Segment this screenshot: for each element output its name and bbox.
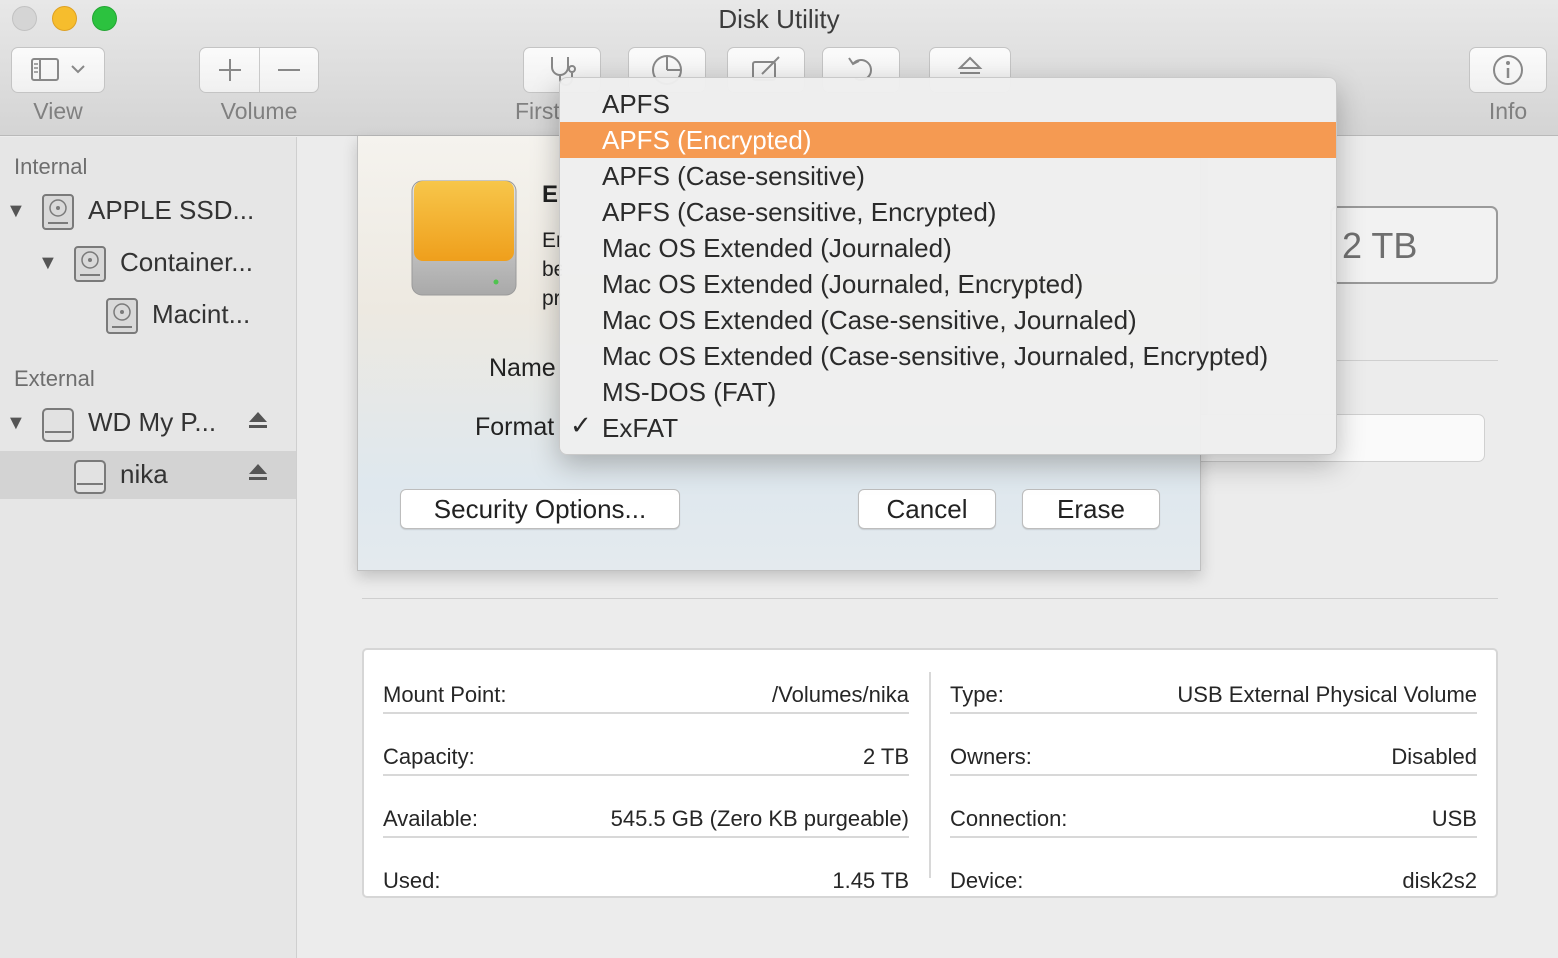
- info-value: USB: [1431, 806, 1477, 831]
- menu-item-exfat-row[interactable]: ✓ ExFAT: [560, 410, 1336, 446]
- info-value: USB External Physical Volume: [1177, 682, 1477, 707]
- sidebar-header-internal: Internal: [14, 154, 88, 179]
- info-key: Device:: [950, 868, 1024, 893]
- format-popup-menu: APFS APFS (Encrypted) APFS (Case-sensiti…: [559, 77, 1337, 455]
- first-aid-label: First: [515, 98, 560, 124]
- info-key: Capacity:: [383, 744, 475, 769]
- info-value: 2 TB: [862, 744, 909, 769]
- info-label: Info: [1488, 98, 1528, 124]
- info-value: 1.45 TB: [832, 868, 909, 893]
- minus-icon: [278, 69, 300, 71]
- info-row-owners: Owners: Disabled: [950, 724, 1477, 786]
- info-key: Owners:: [950, 744, 1032, 769]
- divider: [383, 774, 909, 776]
- view-button[interactable]: [11, 47, 105, 93]
- divider: [950, 774, 1477, 776]
- eject-icon[interactable]: [246, 409, 270, 433]
- disclosure-triangle-icon[interactable]: ▼: [6, 200, 26, 223]
- internal-disk-icon: [74, 246, 106, 282]
- info-row-connection: Connection: USB: [950, 786, 1477, 848]
- sidebar: Internal ▼ APPLE SSD... ▼ Container... M…: [0, 137, 297, 958]
- info-row-mount-point: Mount Point: /Volumes/nika: [383, 662, 909, 724]
- sheet-title: E: [542, 181, 559, 208]
- info-key: Available:: [383, 806, 478, 831]
- info-key: Used:: [383, 868, 441, 893]
- internal-disk-icon: [106, 298, 138, 334]
- menu-item-exfat: ExFAT: [602, 413, 679, 443]
- external-disk-icon: [74, 460, 106, 494]
- info-icon: [1493, 55, 1523, 85]
- menu-item-apfs-encrypted[interactable]: APFS (Encrypted): [560, 122, 1336, 158]
- info-value: disk2s2: [1402, 868, 1477, 893]
- info-value: /Volumes/nika: [772, 682, 909, 707]
- internal-disk-icon: [42, 194, 74, 230]
- info-row-device: Device: disk2s2: [950, 848, 1477, 910]
- menu-item-mac-os-extended-case-sensitive-journaled[interactable]: Mac OS Extended (Case-sensitive, Journal…: [560, 302, 1336, 338]
- info-table: Mount Point: /Volumes/nika Capacity: 2 T…: [362, 648, 1498, 898]
- erase-button[interactable]: Erase: [1022, 489, 1160, 529]
- capacity-display: 2 TB: [1330, 206, 1498, 284]
- info-key: Type:: [950, 682, 1004, 707]
- cancel-button[interactable]: Cancel: [858, 489, 996, 529]
- plus-icon: [219, 59, 241, 81]
- security-options-button[interactable]: Security Options...: [400, 489, 680, 529]
- divider: [950, 712, 1477, 714]
- info-row-capacity: Capacity: 2 TB: [383, 724, 909, 786]
- divider: [383, 836, 909, 838]
- external-disk-icon: [42, 408, 74, 442]
- divider: [1336, 360, 1498, 361]
- name-label: Name: [489, 354, 556, 382]
- disclosure-triangle-icon[interactable]: ▼: [38, 252, 58, 275]
- menu-item-mac-os-extended-case-sensitive-journaled-encrypted[interactable]: Mac OS Extended (Case-sensitive, Journal…: [560, 338, 1336, 374]
- divider: [950, 836, 1477, 838]
- sidebar-item-nika[interactable]: nika: [0, 451, 296, 499]
- divider: [362, 598, 1498, 599]
- sidebar-toggle-icon: [31, 58, 85, 81]
- menu-item-ms-dos-fat[interactable]: MS-DOS (FAT): [560, 374, 1336, 410]
- info-key: Mount Point:: [383, 682, 507, 707]
- menu-item-apfs-case-sensitive[interactable]: APFS (Case-sensitive): [560, 158, 1336, 194]
- add-volume-button[interactable]: [200, 48, 260, 92]
- info-row-type: Type: USB External Physical Volume: [950, 662, 1477, 724]
- view-label: View: [33, 98, 83, 124]
- menu-item-mac-os-extended-journaled[interactable]: Mac OS Extended (Journaled): [560, 230, 1336, 266]
- info-row-available: Available: 545.5 GB (Zero KB purgeable): [383, 786, 909, 848]
- info-row-used: Used: 1.45 TB: [383, 848, 909, 910]
- sidebar-header-external: External: [14, 366, 95, 391]
- column-divider: [929, 672, 931, 878]
- info-button[interactable]: [1469, 47, 1547, 93]
- eject-icon[interactable]: [246, 461, 270, 485]
- volume-segmented-control: [199, 47, 319, 93]
- sidebar-item-label: Container...: [120, 247, 253, 277]
- sidebar-item-label: Macint...: [152, 299, 251, 329]
- menu-item-apfs[interactable]: APFS: [560, 86, 1336, 122]
- info-value: 545.5 GB (Zero KB purgeable): [610, 806, 909, 831]
- menu-item-apfs-case-sensitive-encrypted[interactable]: APFS (Case-sensitive, Encrypted): [560, 194, 1336, 230]
- remove-volume-button[interactable]: [260, 48, 318, 92]
- sidebar-item-wd-my-passport[interactable]: ▼ WD My P...: [0, 399, 296, 447]
- window-title: Disk Utility: [718, 4, 840, 34]
- info-value: Disabled: [1391, 744, 1477, 769]
- external-drive-icon: [411, 180, 517, 296]
- disclosure-triangle-icon[interactable]: ▼: [6, 412, 26, 435]
- menu-item-mac-os-extended-journaled-encrypted[interactable]: Mac OS Extended (Journaled, Encrypted): [560, 266, 1336, 302]
- divider: [383, 712, 909, 714]
- sidebar-item-label: WD My P...: [88, 407, 217, 437]
- info-key: Connection:: [950, 806, 1068, 831]
- sidebar-item-apple-ssd[interactable]: ▼ APPLE SSD...: [0, 187, 296, 235]
- sidebar-item-label: APPLE SSD...: [88, 195, 255, 225]
- volume-label: Volume: [220, 98, 298, 124]
- sidebar-item-container[interactable]: ▼ Container...: [0, 239, 296, 287]
- sidebar-item-macintosh[interactable]: Macint...: [0, 291, 296, 339]
- format-label: Format: [475, 413, 555, 441]
- sidebar-item-label: nika: [120, 459, 168, 489]
